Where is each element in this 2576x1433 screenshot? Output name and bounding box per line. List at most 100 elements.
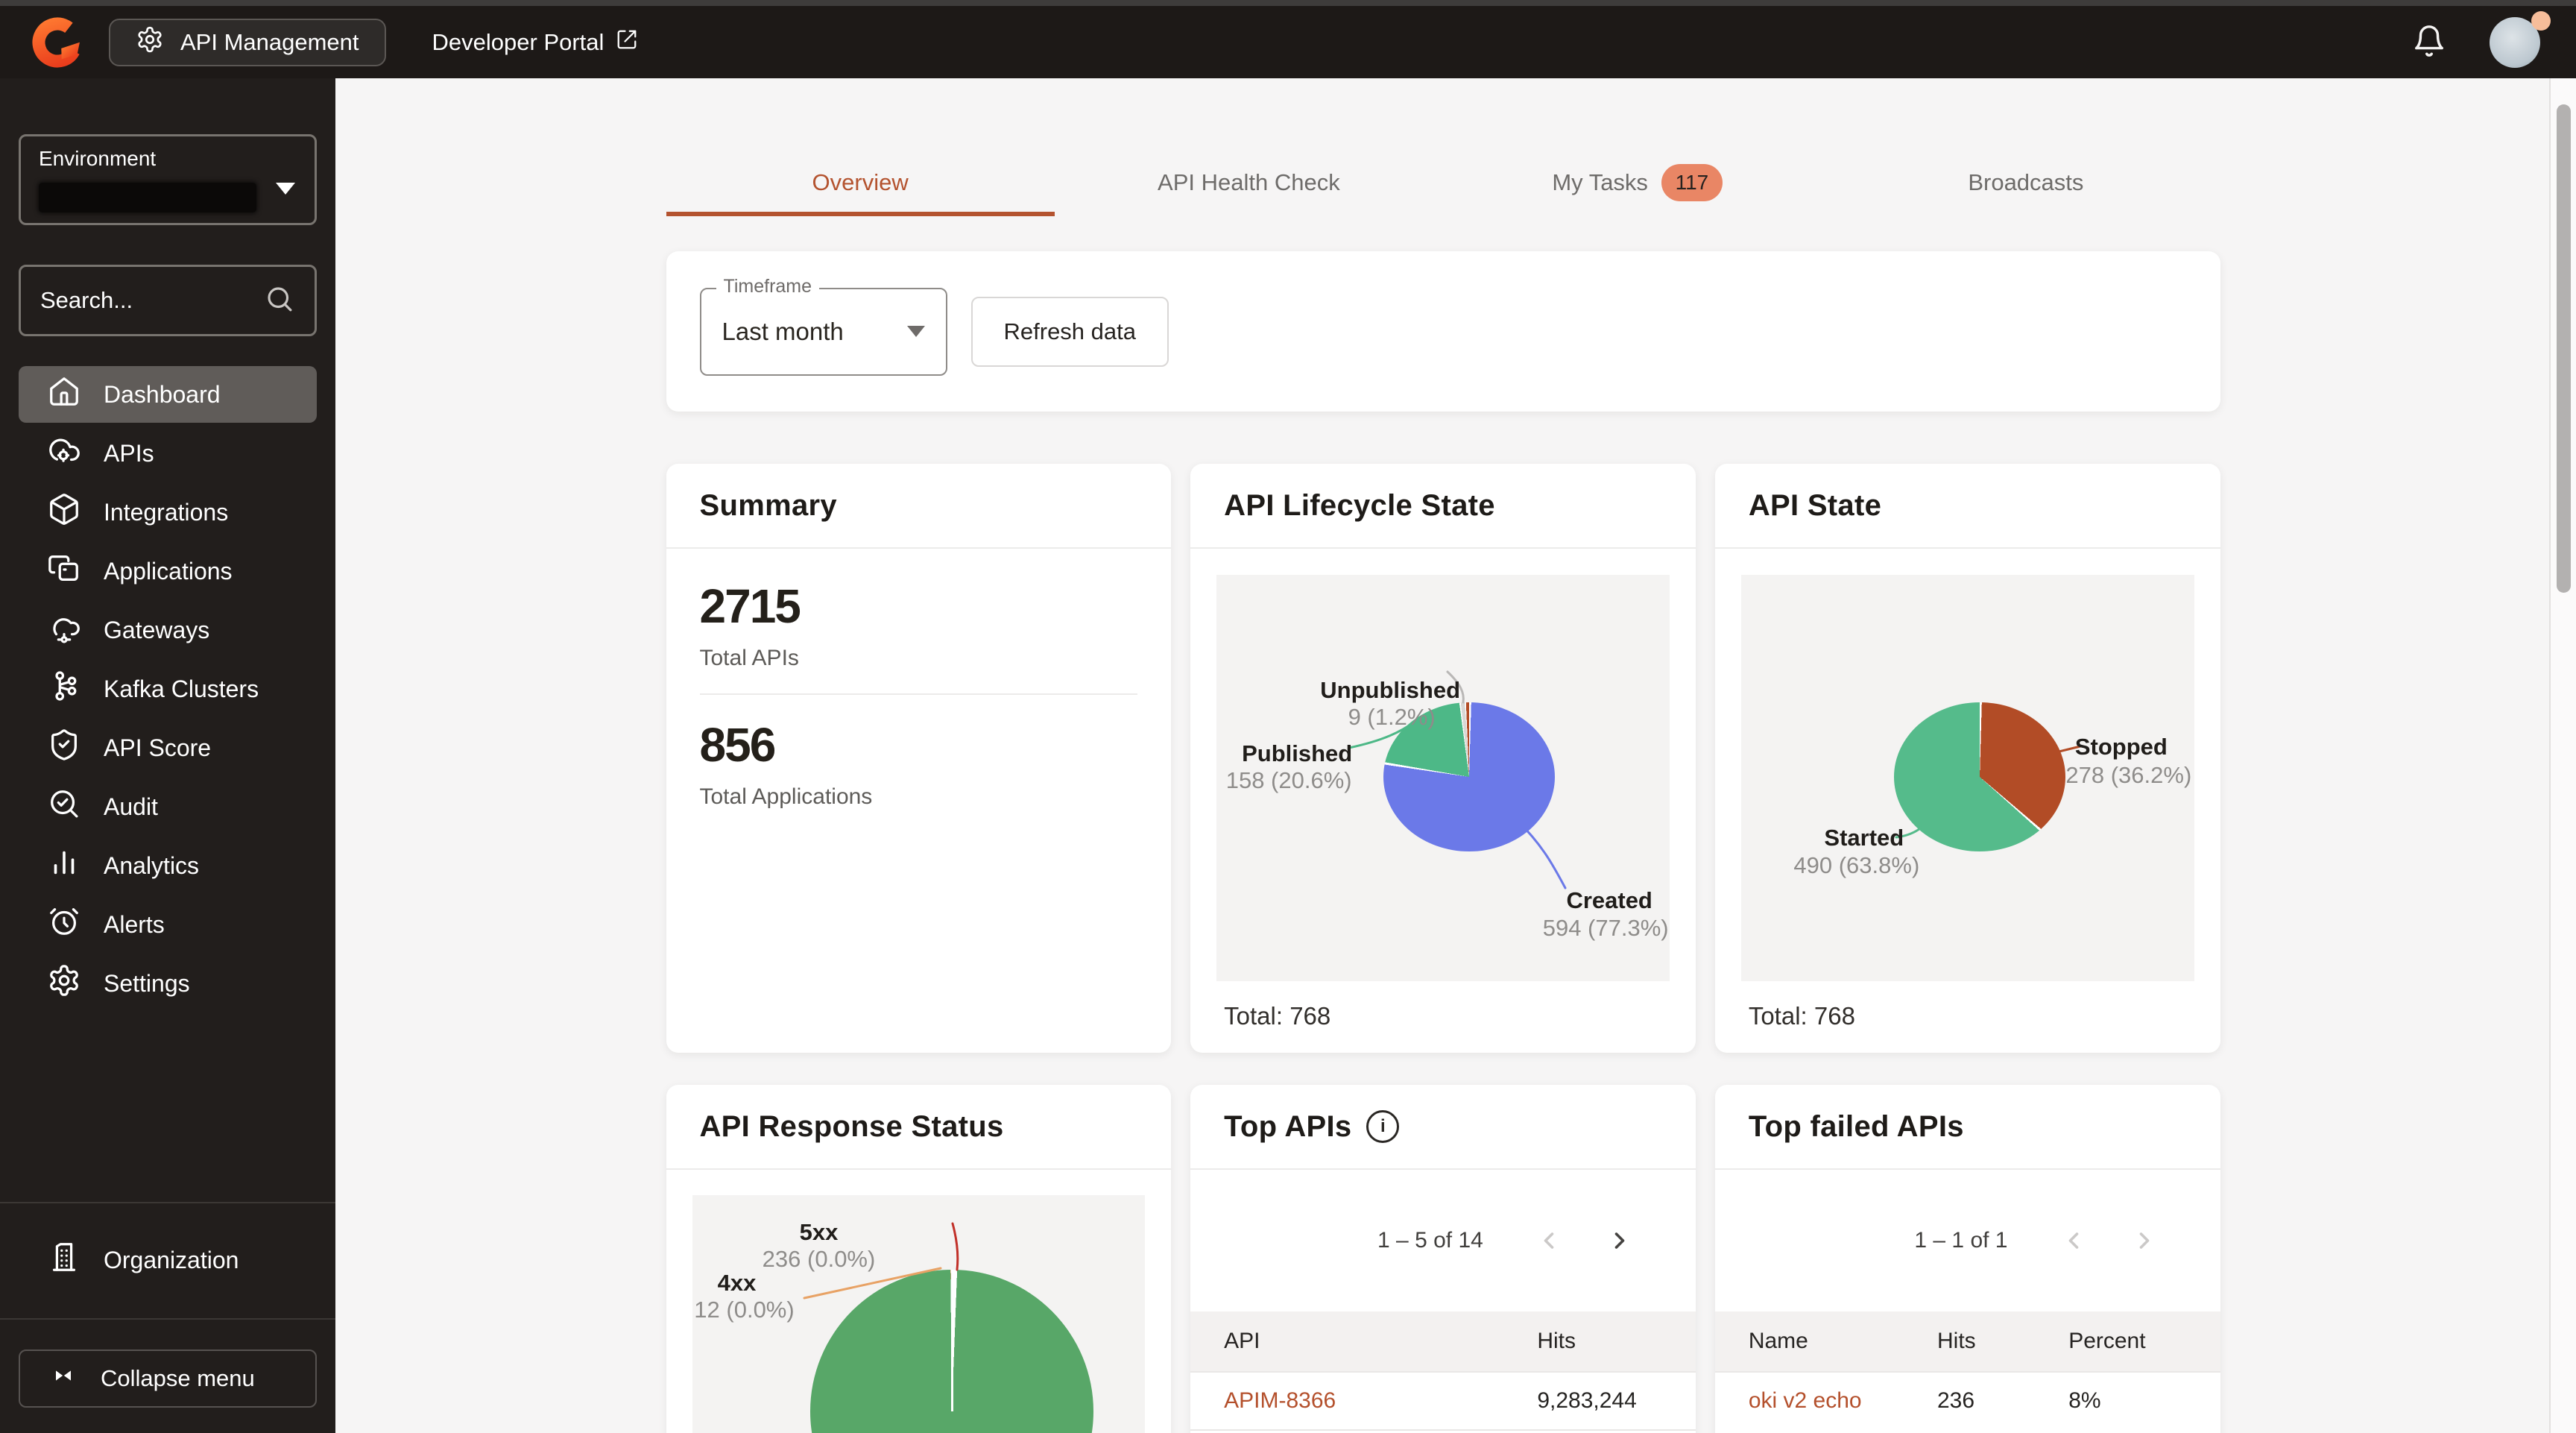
main-content: Overview API Health Check My Tasks117 Br… — [335, 78, 2551, 1433]
table-row: oki v2 echo 236 8% — [1715, 1371, 2220, 1429]
app-header: API Management Developer Portal — [0, 6, 2576, 78]
scrollbar-thumb[interactable] — [2557, 104, 2571, 593]
slice-label: Published — [1242, 740, 1352, 767]
slice-label: Stopped — [2075, 734, 2168, 760]
notifications-button[interactable] — [2408, 23, 2451, 61]
previous-page-button[interactable] — [1535, 1227, 1562, 1254]
sidebar-item-api-score[interactable]: API Score — [19, 719, 317, 776]
state-chart: Stopped 278 (36.2%) Started 490 (63.8%) — [1741, 575, 2194, 981]
sidebar-item-label: Integrations — [104, 499, 228, 526]
external-link-icon — [616, 28, 638, 57]
chevron-down-icon — [276, 183, 295, 195]
sidebar-item-label: Alerts — [104, 911, 165, 939]
search-check-icon — [47, 787, 81, 827]
collapse-menu-button[interactable]: Collapse menu — [19, 1349, 317, 1408]
gear-icon — [47, 963, 81, 1004]
previous-page-button[interactable] — [2060, 1227, 2087, 1254]
api-link[interactable]: APIM-8366 — [1190, 1388, 1503, 1414]
slice-value: 278 (36.2%) — [2065, 762, 2191, 789]
sidebar-nav: Dashboard APIs Integrations Applications… — [0, 364, 335, 1014]
sidebar-item-label: Applications — [104, 558, 233, 585]
top-apis-pagination: 1 – 5 of 14 — [1190, 1170, 1696, 1311]
timeframe-select[interactable]: Timeframe Last month — [700, 288, 947, 376]
slice-label: 4xx — [718, 1270, 757, 1297]
page-scrollbar — [2549, 78, 2576, 1433]
card-title: Summary — [700, 489, 837, 523]
sidebar-item-dashboard[interactable]: Dashboard — [19, 366, 317, 423]
environment-value-redacted — [39, 183, 256, 212]
tab-overview[interactable]: Overview — [666, 149, 1055, 216]
lifecycle-total: Total: 768 — [1224, 1002, 1662, 1030]
card-title: Top failed APIs — [1749, 1110, 1964, 1144]
pagination-range: 1 – 5 of 14 — [1377, 1228, 1483, 1253]
sidebar-item-organization[interactable]: Organization — [19, 1232, 317, 1288]
collapse-icon — [48, 1361, 78, 1396]
sidebar-item-label: Analytics — [104, 852, 199, 880]
tab-api-health-check[interactable]: API Health Check — [1055, 149, 1443, 216]
bar-chart-icon — [47, 845, 81, 886]
sidebar-item-kafka-clusters[interactable]: Kafka Clusters — [19, 661, 317, 717]
card-title: Top APIs — [1224, 1110, 1351, 1144]
sidebar-item-gateways[interactable]: Gateways — [19, 602, 317, 658]
sidebar-item-label: API Score — [104, 734, 211, 762]
top-failed-apis-card: Top failed APIs 1 – 1 of 1 Name Hits Per… — [1715, 1085, 2220, 1433]
collapse-menu-label: Collapse menu — [101, 1365, 255, 1392]
slice-border-line — [951, 1270, 953, 1411]
sidebar-divider — [0, 1318, 335, 1320]
table-header: API Hits — [1190, 1311, 1696, 1371]
sidebar-item-label: Dashboard — [104, 381, 221, 409]
user-avatar[interactable] — [2490, 17, 2540, 68]
sidebar-item-applications[interactable]: Applications — [19, 543, 317, 599]
dashboard-cards-row-2: API Response Status 5xx 236 (0.0%) 4xx 1… — [666, 1085, 2220, 1433]
slice-value: 9 (1.2%) — [1348, 704, 1436, 731]
api-state-card: API State Stopped 278 (36.2%) Started 49… — [1715, 464, 2220, 1053]
my-tasks-badge: 117 — [1661, 164, 1723, 201]
card-title: API Response Status — [700, 1110, 1004, 1144]
sidebar-item-analytics[interactable]: Analytics — [19, 837, 317, 894]
next-page-button[interactable] — [1606, 1227, 1633, 1254]
sidebar-item-label: Gateways — [104, 617, 209, 644]
sidebar-search-input[interactable]: Search... — [19, 265, 317, 336]
total-apis-value: 2715 — [700, 579, 1138, 634]
dashboard-cards-row-1: Summary 2715 Total APIs 856 Total Applic… — [666, 464, 2220, 1053]
slice-label: Unpublished — [1320, 677, 1460, 704]
api-link[interactable]: oki v2 echo — [1715, 1388, 1937, 1414]
refresh-data-button[interactable]: Refresh data — [971, 297, 1169, 367]
response-chart: 5xx 236 (0.0%) 4xx 12 (0.0%) — [692, 1195, 1146, 1433]
tab-broadcasts[interactable]: Broadcasts — [1831, 149, 2220, 216]
sidebar-item-settings[interactable]: Settings — [19, 955, 317, 1012]
sidebar: Environment Search... Dashboard APIs Int… — [0, 78, 335, 1433]
hits-value: 9,283,244 — [1503, 1388, 1696, 1414]
timeframe-label: Timeframe — [716, 276, 820, 297]
api-management-button[interactable]: API Management — [109, 19, 386, 66]
api-management-label: API Management — [180, 29, 359, 56]
state-pie-chart — [1894, 702, 2065, 851]
info-icon[interactable]: i — [1366, 1110, 1399, 1143]
slice-label: 5xx — [800, 1219, 839, 1246]
total-applications-label: Total Applications — [700, 784, 1138, 810]
summary-card: Summary 2715 Total APIs 856 Total Applic… — [666, 464, 1172, 1053]
total-applications-value: 856 — [700, 717, 1138, 772]
window-top-strip — [0, 0, 2576, 6]
sidebar-item-label: Organization — [104, 1247, 239, 1274]
developer-portal-link[interactable]: Developer Portal — [432, 28, 639, 57]
sidebar-item-label: APIs — [104, 440, 154, 467]
slice-value: 158 (20.6%) — [1226, 767, 1352, 794]
environment-label: Environment — [39, 147, 297, 171]
pagination-range: 1 – 1 of 1 — [1914, 1228, 2007, 1253]
tab-my-tasks[interactable]: My Tasks117 — [1443, 149, 1831, 216]
api-management-app: API Management Developer Portal Environm… — [0, 0, 2576, 1433]
top-apis-card: Top APIs i 1 – 5 of 14 API Hits APIM-836… — [1190, 1085, 1696, 1433]
total-apis-label: Total APIs — [700, 646, 1138, 671]
sidebar-item-alerts[interactable]: Alerts — [19, 896, 317, 953]
next-page-button[interactable] — [2131, 1227, 2158, 1254]
gear-icon — [136, 25, 164, 60]
sidebar-item-integrations[interactable]: Integrations — [19, 484, 317, 541]
sidebar-item-apis[interactable]: APIs — [19, 425, 317, 482]
slice-value: 594 (77.3%) — [1543, 915, 1669, 942]
building-icon — [47, 1240, 81, 1280]
search-placeholder: Search... — [40, 287, 264, 314]
sidebar-item-audit[interactable]: Audit — [19, 778, 317, 835]
environment-select[interactable]: Environment — [19, 134, 317, 225]
card-title: API State — [1749, 489, 1881, 523]
